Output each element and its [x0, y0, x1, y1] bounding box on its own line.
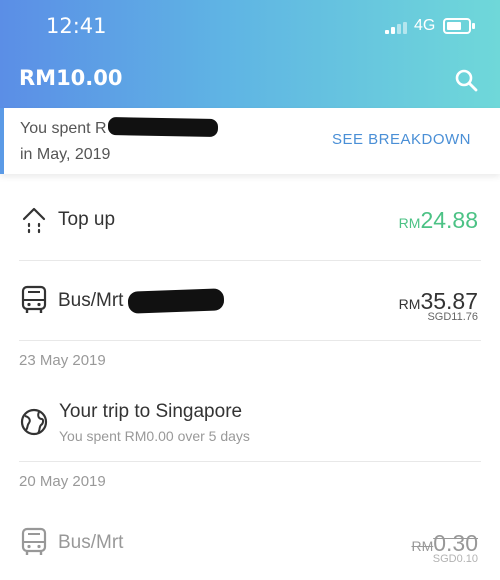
currency-label: RM: [398, 215, 421, 231]
trip-summary-row[interactable]: Your trip to Singapore You spent RM0.00 …: [0, 385, 500, 460]
transaction-row-topup[interactable]: Top up RM24.88: [0, 190, 500, 260]
top-up-arrow-icon: [22, 207, 46, 234]
foreign-amount: SGD11.76: [427, 311, 478, 323]
search-icon[interactable]: [454, 68, 478, 92]
transaction-title: Top up: [58, 209, 116, 230]
amount-value: 24.88: [420, 207, 478, 233]
summary-period: in May, 2019: [20, 146, 111, 163]
currency-label: RM: [411, 538, 434, 554]
see-breakdown-link[interactable]: SEE BREAKDOWN: [332, 131, 471, 148]
app-header: 12:41 4G RM10.00: [0, 0, 500, 108]
bus-icon: [21, 285, 47, 313]
status-time: 12:41: [46, 14, 107, 38]
network-label: 4G: [414, 17, 436, 34]
signal-icon: [385, 22, 409, 34]
redaction-mark: [107, 117, 219, 137]
trip-subtitle: You spent RM0.00 over 5 days: [59, 428, 250, 444]
summary-spent-text: You spent R: [20, 120, 107, 137]
divider: [19, 340, 481, 341]
transaction-title: Bus/Mrt: [58, 290, 124, 311]
bus-icon: [21, 527, 47, 555]
wallet-balance: RM10.00: [19, 66, 123, 90]
transaction-amount: RM24.88: [399, 207, 478, 234]
date-header: 23 May 2019: [19, 352, 106, 369]
transaction-row-bus-cancelled[interactable]: Bus/Mrt RM0.30 SGD0.10: [0, 505, 500, 580]
battery-icon: [443, 18, 471, 34]
battery-tip: [472, 23, 475, 29]
globe-icon: [20, 408, 48, 436]
divider: [19, 461, 481, 462]
foreign-amount: SGD0.10: [432, 553, 478, 565]
currency-label: RM: [398, 296, 421, 312]
trip-title: Your trip to Singapore: [59, 401, 243, 422]
transaction-row-bus[interactable]: Bus/Mrt RM35.87 SGD11.76: [0, 261, 500, 339]
transaction-title: Bus/Mrt: [58, 532, 124, 553]
spending-summary: You spent R in May, 2019 SEE BREAKDOWN: [0, 108, 500, 174]
redaction-mark: [127, 288, 225, 314]
date-header: 20 May 2019: [19, 473, 106, 490]
